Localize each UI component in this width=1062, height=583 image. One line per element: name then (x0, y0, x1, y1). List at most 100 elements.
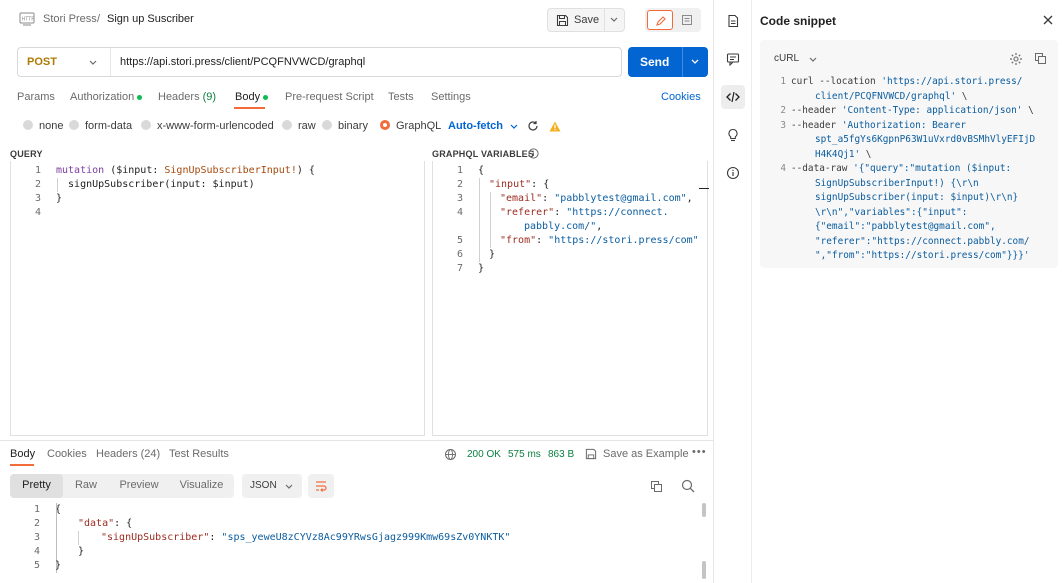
line-number: 4 (780, 163, 786, 174)
format-select[interactable]: JSON (242, 474, 302, 498)
body-type-graphql[interactable]: GraphQL (380, 120, 441, 132)
rail-info-button[interactable] (721, 161, 745, 185)
response-tab-cookies[interactable]: Cookies (47, 448, 87, 460)
url-input[interactable]: https://api.stori.press/client/PCQFNVWCD… (120, 56, 365, 68)
view-raw[interactable]: Raw (63, 474, 109, 498)
response-status[interactable]: 200 OK (467, 449, 501, 460)
variables-editor[interactable]: 1 { 2 "input": { 3 "email": "pabblytest@… (432, 161, 709, 436)
chevron-down-icon[interactable] (808, 56, 818, 64)
breadcrumb-parent[interactable]: Stori Press (43, 13, 97, 25)
rail-documentation-button[interactable] (721, 9, 745, 33)
body-type-form-data[interactable]: form-data (69, 120, 132, 132)
chevron-down-icon[interactable] (88, 59, 98, 67)
code-token: "data" (78, 518, 115, 529)
tab-label: Body (235, 91, 261, 103)
tab-tests[interactable]: Tests (388, 91, 414, 103)
tab-settings[interactable]: Settings (431, 91, 471, 103)
copy-icon[interactable] (1034, 52, 1047, 65)
line-number: 6 (456, 249, 463, 260)
tab-headers[interactable]: Headers (9) (158, 91, 216, 103)
chevron-down-icon[interactable] (609, 16, 619, 24)
code-token: "email" (500, 193, 543, 204)
info-icon[interactable] (528, 148, 539, 159)
code-token: ) { (296, 165, 315, 176)
send-button-label: Send (640, 55, 670, 69)
tab-params[interactable]: Params (17, 91, 55, 103)
rail-comments-button[interactable] (721, 47, 745, 71)
breadcrumb-separator: / (97, 13, 101, 25)
save-button[interactable]: Save (547, 8, 625, 32)
line-number: 2 (780, 105, 786, 116)
body-type-raw[interactable]: raw (282, 120, 316, 132)
method-select[interactable]: POST (27, 56, 57, 68)
status-dot (263, 94, 269, 100)
code-token: : (536, 235, 549, 246)
warning-icon[interactable] (549, 121, 561, 132)
refresh-icon[interactable] (527, 120, 539, 132)
save-icon (556, 14, 569, 27)
response-size[interactable]: 863 B (548, 449, 574, 460)
autofetch-toggle[interactable]: Auto-fetch (448, 120, 503, 132)
code-line: mutation ($input: SignUpSubscriberInput!… (56, 164, 315, 178)
code-snippet-box[interactable]: cURL 1 curl --location 'https://api.stor… (760, 40, 1058, 268)
cookies-link[interactable]: Cookies (661, 91, 701, 103)
request-title[interactable]: Sign up Suscriber (107, 13, 194, 25)
tab-body[interactable]: Body (235, 91, 269, 103)
text-cursor (699, 188, 709, 189)
response-tab-headers[interactable]: Headers (24) (96, 448, 160, 460)
more-options-button[interactable]: ••• (692, 446, 707, 458)
response-tab-test-results[interactable]: Test Results (169, 448, 229, 460)
view-pretty[interactable]: Pretty (10, 474, 63, 498)
tab-pre-request-script[interactable]: Pre-request Script (285, 91, 374, 103)
save-button-label: Save (574, 14, 600, 26)
response-body[interactable]: 1 { 2 "data": { 3 "signUpSubscriber": "s… (10, 503, 710, 583)
chevron-down-icon[interactable] (690, 58, 700, 66)
radio-circle (322, 120, 332, 130)
chevron-down-icon[interactable] (509, 123, 519, 131)
format-select-label: JSON (250, 480, 277, 491)
code-line: } (489, 249, 496, 260)
code-token: "https://stori.press/com" (548, 235, 699, 246)
language-select[interactable]: cURL (774, 53, 799, 64)
radio-circle (380, 120, 390, 130)
response-tab-body[interactable]: Body (10, 448, 35, 460)
code-token: --data-raw (791, 163, 854, 174)
wrap-lines-button[interactable] (308, 474, 334, 498)
code-token: 'Authorization: Bearer (841, 119, 966, 131)
gear-icon[interactable] (1009, 52, 1023, 66)
body-type-urlencoded[interactable]: x-www-form-urlencoded (141, 120, 274, 132)
body-type-none[interactable]: none (23, 120, 63, 132)
view-preview[interactable]: Preview (109, 474, 169, 498)
line-number: 1 (456, 165, 463, 176)
body-type-binary[interactable]: binary (322, 120, 368, 132)
scrollbar-thumb[interactable] (702, 503, 706, 517)
edit-mode-button[interactable] (647, 10, 673, 30)
scrollbar-thumb[interactable] (702, 561, 706, 579)
code-line: "referer": "https://connect. (500, 206, 669, 220)
code-line: signUpSubscriber(input: $input) (56, 179, 255, 190)
search-icon[interactable] (681, 479, 695, 493)
wrap-icon (316, 481, 327, 492)
snippet-line: {"email":"pabblytest@gmail.com", (815, 220, 996, 235)
snippet-line: ","from":"https://stori.press/com"}}}' (815, 249, 1029, 264)
send-button[interactable]: Send (628, 47, 708, 77)
code-token: signUpSubscriber(input: $input)\r\n} (815, 192, 1019, 203)
globe-icon[interactable] (444, 448, 457, 461)
docs-mode-button[interactable] (674, 10, 700, 30)
active-tab-indicator (234, 107, 265, 109)
snippet-line: H4K4Qj1' \ (815, 148, 871, 163)
copy-icon[interactable] (650, 480, 663, 493)
lightbulb-icon (728, 128, 738, 142)
rail-code-button[interactable] (721, 85, 745, 109)
tab-authorization[interactable]: Authorization (70, 91, 143, 103)
close-icon[interactable] (1042, 14, 1054, 26)
view-visualize[interactable]: Visualize (169, 474, 234, 498)
response-time[interactable]: 575 ms (508, 449, 541, 460)
code-line: } (78, 546, 85, 557)
response-divider (0, 440, 714, 441)
radio-label: none (39, 120, 64, 132)
rail-related-button[interactable] (721, 123, 745, 147)
code-token: H4K4Qj1' (815, 148, 861, 160)
query-editor[interactable]: 1 mutation ($input: SignUpSubscriberInpu… (10, 161, 425, 436)
save-as-example-button[interactable]: Save as Example (603, 448, 689, 460)
